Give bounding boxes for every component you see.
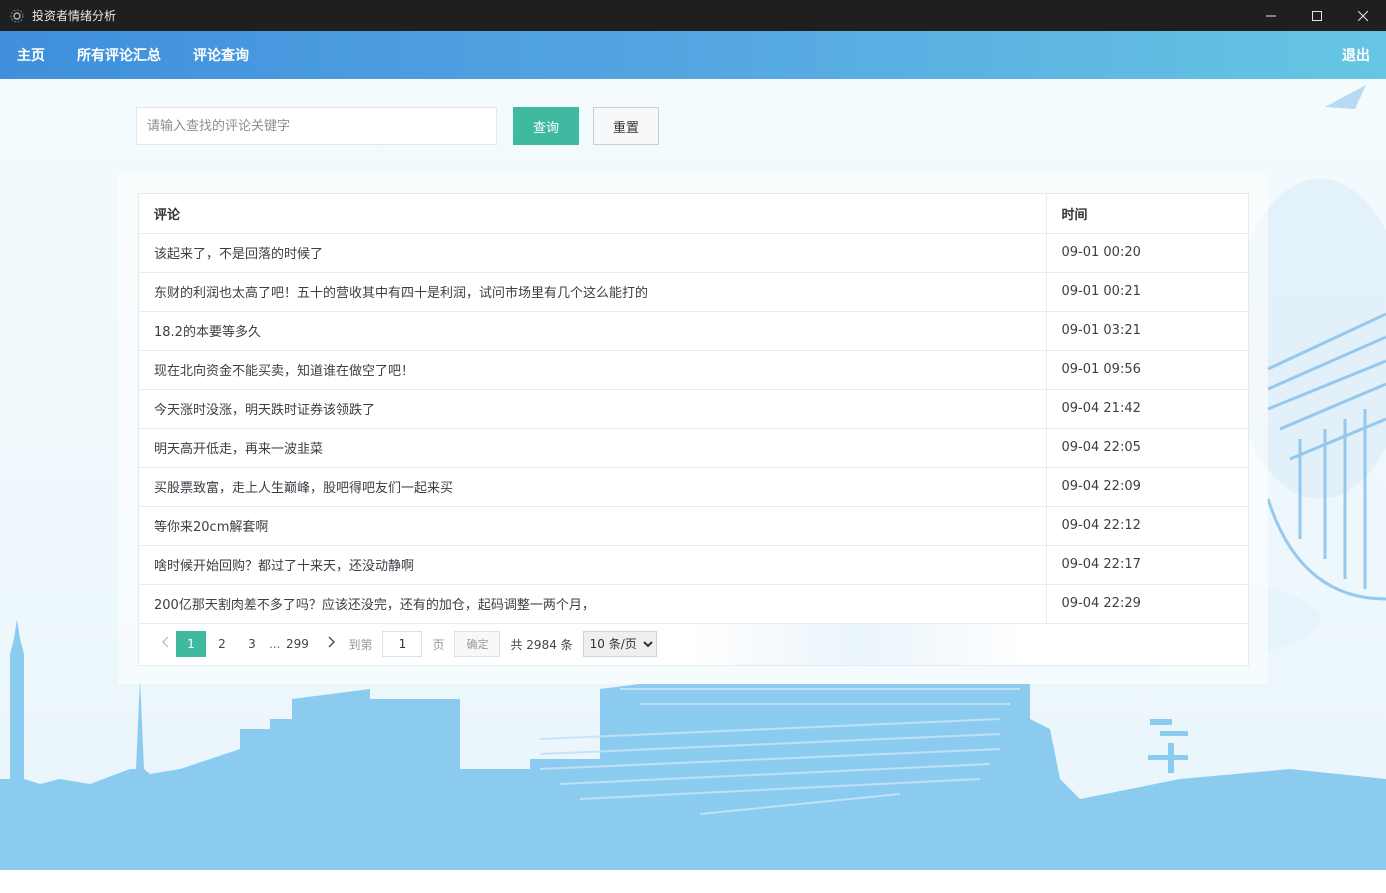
main-content: 查询 重置 评论 时间 该起来了，不是回落的时候了 09-01 00:20 东财…: [0, 79, 1386, 870]
time-cell: 09-01 00:20: [1045, 233, 1250, 273]
pagination: 1 2 3 ... 299 到第 页 确定 共 2984 条 10 条/页: [139, 623, 1248, 665]
chevron-left-icon[interactable]: [155, 636, 175, 652]
comment-cell: 该起来了，不是回落的时候了: [139, 233, 1046, 273]
time-cell: 09-04 22:09: [1045, 467, 1250, 507]
table-row: 现在北向资金不能买卖，知道谁在做空了吧！ 09-01 09:56: [139, 350, 1250, 390]
time-cell: 09-04 22:17: [1045, 545, 1250, 585]
table-row: 该起来了，不是回落的时候了 09-01 00:20: [139, 233, 1250, 273]
goto-label: 到第: [348, 637, 373, 652]
total-count: 共 2984 条: [510, 637, 573, 652]
time-cell: 09-01 09:56: [1045, 350, 1250, 390]
minimize-icon[interactable]: [1248, 0, 1294, 31]
comment-cell: 今天涨时没涨，明天跌时证券该领跌了: [139, 389, 1046, 429]
app-icon: [10, 9, 24, 23]
page-number-3[interactable]: 3: [238, 631, 266, 657]
window-titlebar: 投资者情绪分析: [0, 0, 1386, 31]
time-cell: 09-04 22:12: [1045, 506, 1250, 546]
table-row: 今天涨时没涨，明天跌时证券该领跌了 09-04 21:42: [139, 389, 1250, 429]
table-row: 明天高开低走，再来一波韭菜 09-04 22:05: [139, 428, 1250, 468]
table-row: 买股票致富，走上人生巅峰，股吧得吧友们一起来买 09-04 22:09: [139, 467, 1250, 507]
comment-cell: 等你来20cm解套啊: [139, 506, 1046, 546]
table-row: 啥时候开始回购？都过了十来天，还没动静啊 09-04 22:17: [139, 545, 1250, 585]
logout-link[interactable]: 退出: [1342, 31, 1370, 79]
page-number-2[interactable]: 2: [208, 631, 236, 657]
time-cell: 09-04 21:42: [1045, 389, 1250, 429]
comment-cell: 18.2的本要等多久: [139, 311, 1046, 351]
nav-item-all-comments[interactable]: 所有评论汇总: [77, 45, 161, 65]
comment-cell: 买股票致富，走上人生巅峰，股吧得吧友们一起来买: [139, 467, 1046, 507]
table-row: 18.2的本要等多久 09-01 03:21: [139, 311, 1250, 351]
column-header-comment: 评论: [139, 194, 1046, 234]
time-cell: 09-04 22:05: [1045, 428, 1250, 468]
comment-cell: 现在北向资金不能买卖，知道谁在做空了吧！: [139, 350, 1046, 390]
time-cell: 09-01 03:21: [1045, 311, 1250, 351]
time-cell: 09-01 00:21: [1045, 272, 1250, 312]
table-header-row: 评论 时间: [139, 194, 1250, 234]
close-icon[interactable]: [1340, 0, 1386, 31]
time-cell: 09-04 22:29: [1045, 584, 1250, 624]
column-header-time: 时间: [1045, 194, 1250, 234]
comments-table: 评论 时间 该起来了，不是回落的时候了 09-01 00:20 东财的利润也太高…: [138, 193, 1250, 666]
nav-item-home[interactable]: 主页: [17, 45, 45, 65]
comment-cell: 东财的利润也太高了吧！五十的营收其中有四十是利润，试问市场里有几个这么能打的: [139, 272, 1046, 312]
page-ellipsis[interactable]: ...: [269, 637, 280, 651]
page-unit-label: 页: [432, 637, 445, 652]
top-nav: 主页 所有评论汇总 评论查询 退出: [0, 31, 1386, 79]
page-number-1[interactable]: 1: [176, 631, 206, 657]
comment-cell: 200亿那天割肉差不多了吗？应该还没完，还有的加仓，起码调整一两个月，: [139, 584, 1046, 624]
goto-page-input[interactable]: [382, 631, 423, 657]
page-size-select[interactable]: 10 条/页: [582, 631, 657, 657]
table-row: 200亿那天割肉差不多了吗？应该还没完，还有的加仓，起码调整一两个月， 09-0…: [139, 584, 1250, 624]
chevron-right-icon[interactable]: [322, 636, 342, 652]
nav-item-comment-search[interactable]: 评论查询: [193, 45, 249, 65]
comment-cell: 啥时候开始回购？都过了十来天，还没动静啊: [139, 545, 1046, 585]
goto-confirm-button[interactable]: 确定: [454, 631, 501, 657]
search-input[interactable]: [136, 107, 497, 145]
reset-button[interactable]: 重置: [593, 107, 659, 145]
bottom-strip: [0, 870, 1386, 893]
comment-cell: 明天高开低走，再来一波韭菜: [139, 428, 1046, 468]
maximize-icon[interactable]: [1294, 0, 1340, 31]
window-controls: [1248, 0, 1386, 31]
table-row: 东财的利润也太高了吧！五十的营收其中有四十是利润，试问市场里有几个这么能打的 0…: [139, 272, 1250, 312]
table-row: 等你来20cm解套啊 09-04 22:12: [139, 506, 1250, 546]
page-number-last[interactable]: 299: [283, 631, 311, 657]
query-button[interactable]: 查询: [513, 107, 579, 145]
window-title: 投资者情绪分析: [32, 9, 117, 23]
